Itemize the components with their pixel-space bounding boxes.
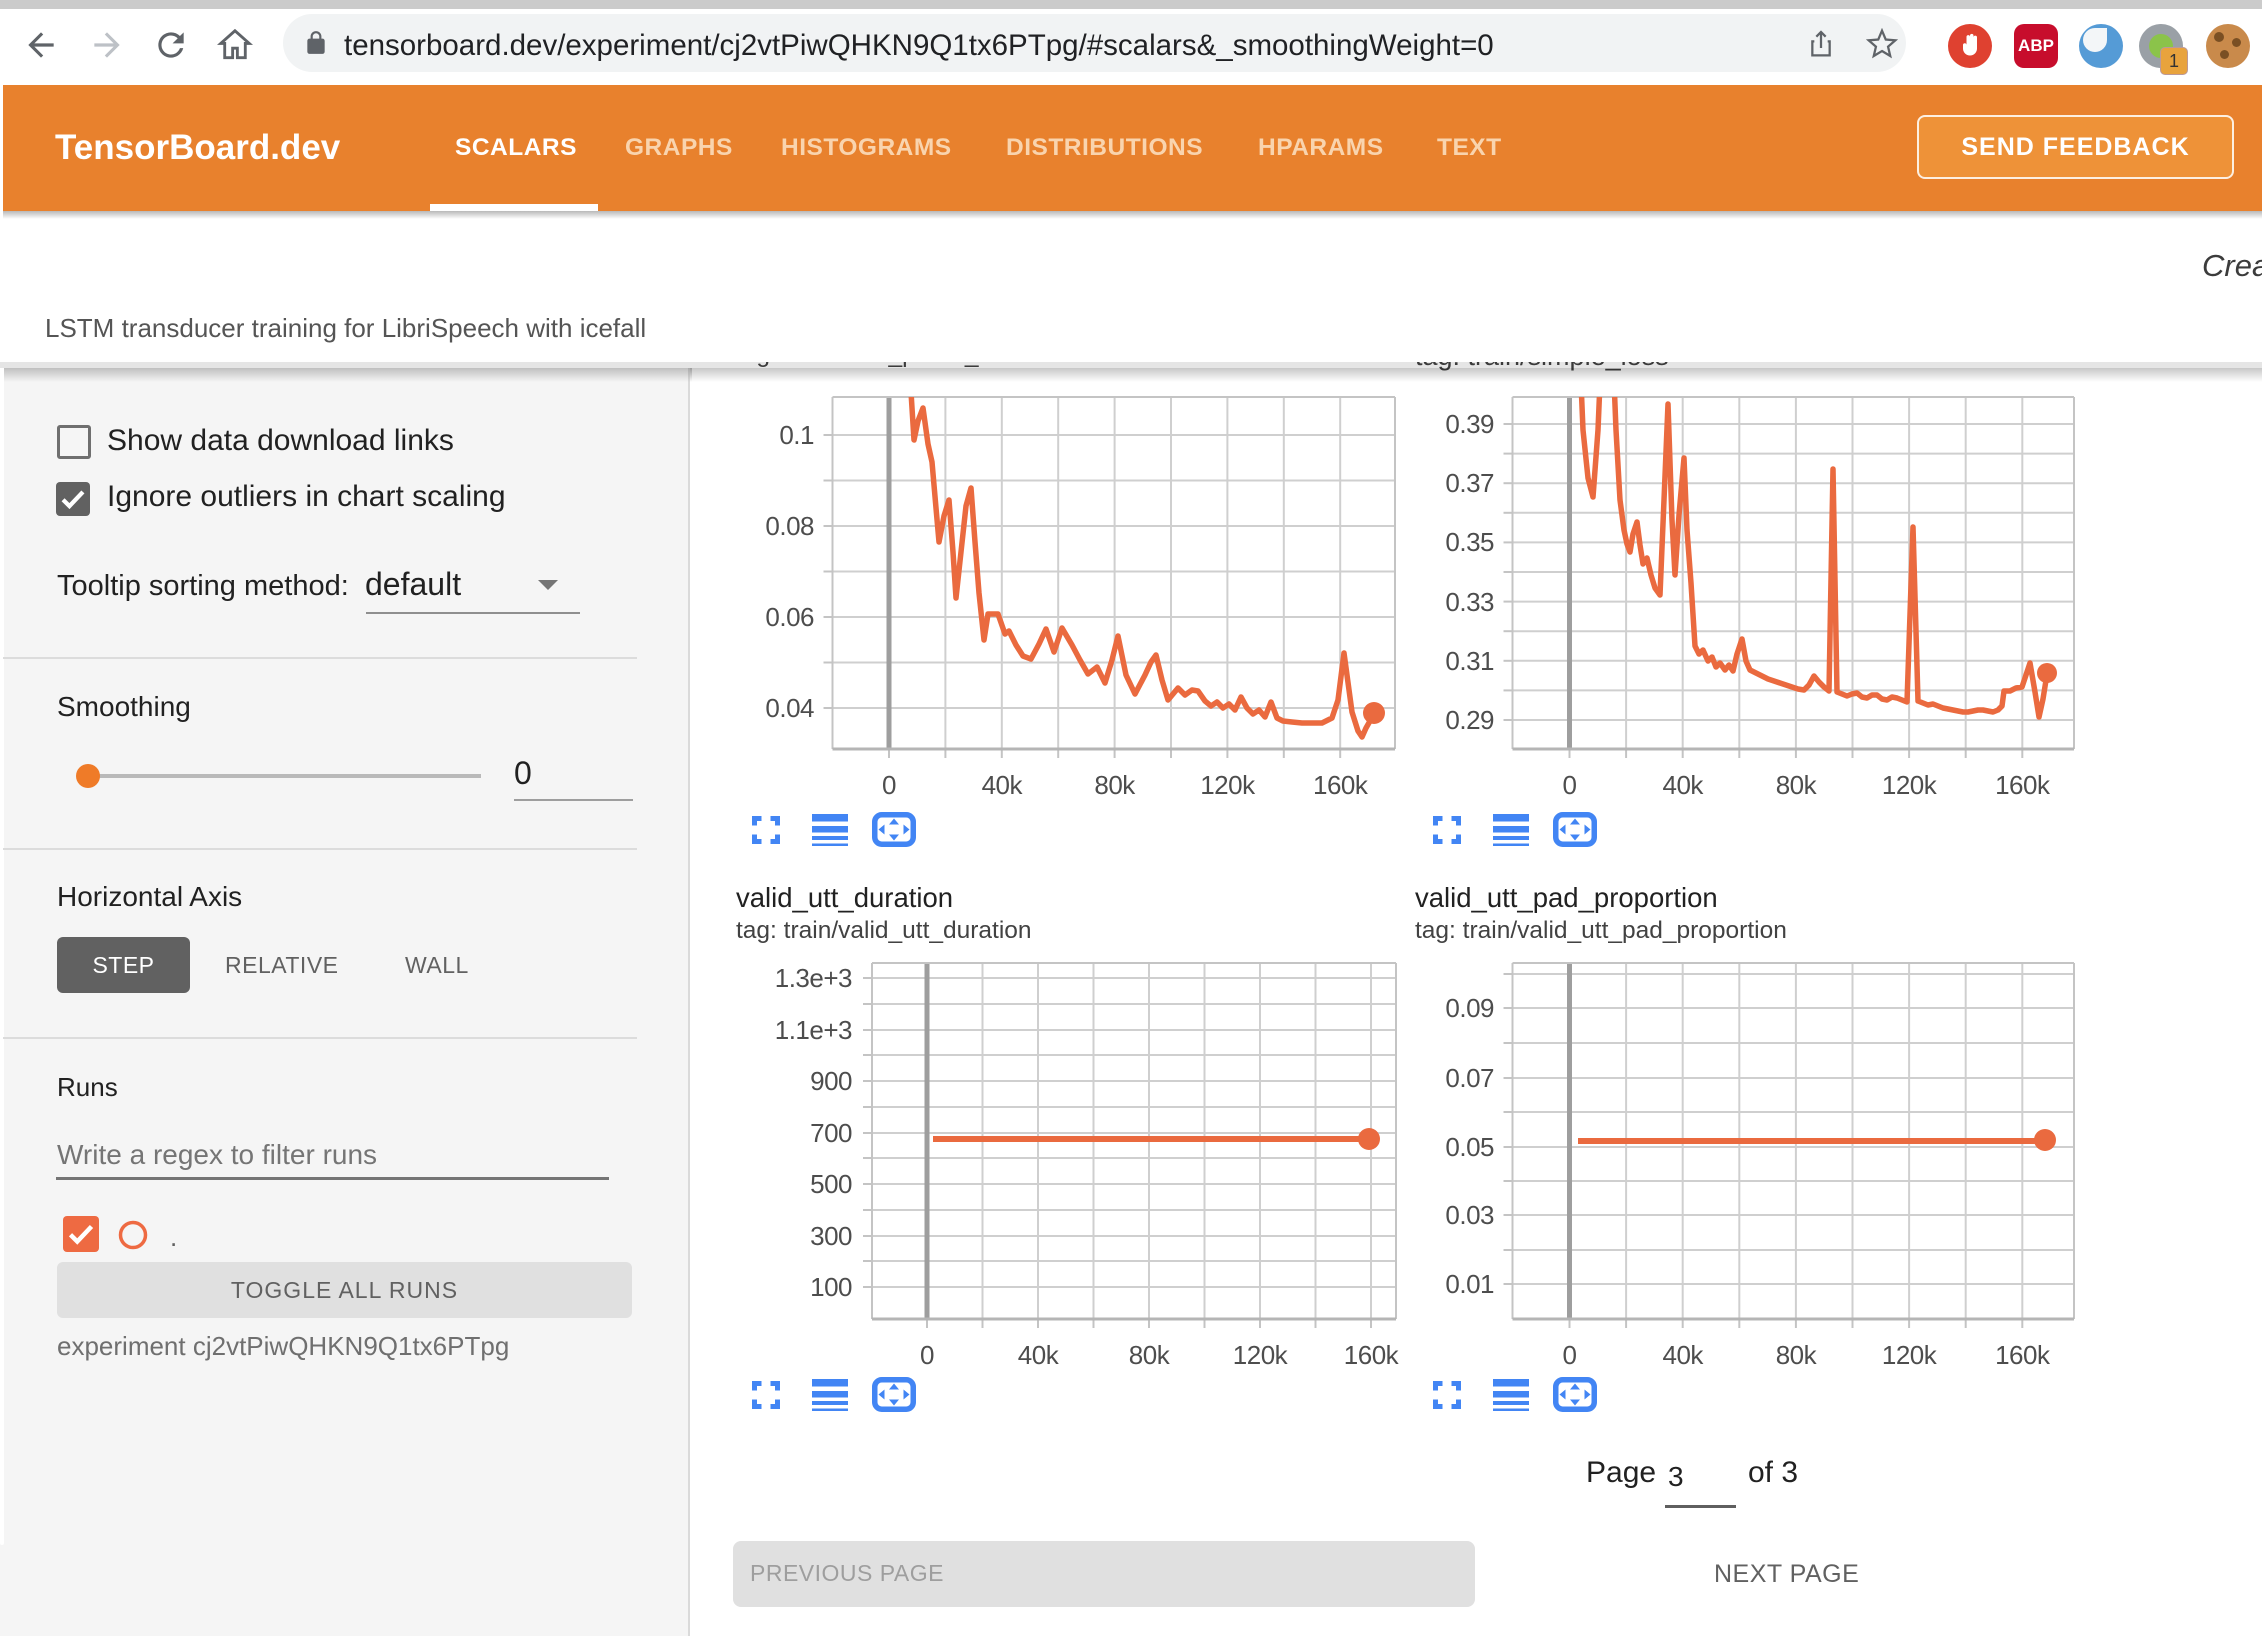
svg-text:1.1e+3: 1.1e+3 [775,1015,852,1045]
svg-text:0.03: 0.03 [1445,1200,1494,1230]
svg-text:80k: 80k [1129,1340,1171,1370]
svg-text:40k: 40k [1662,1340,1704,1370]
svg-text:120k: 120k [1200,770,1256,800]
svg-text:160k: 160k [1995,1340,2051,1370]
svg-text:0.1: 0.1 [779,420,814,450]
svg-text:700: 700 [810,1118,852,1148]
svg-text:120k: 120k [1882,770,1938,800]
svg-text:80k: 80k [1094,770,1136,800]
svg-text:120k: 120k [1233,1340,1289,1370]
svg-text:80k: 80k [1776,770,1818,800]
svg-text:300: 300 [810,1221,852,1251]
svg-text:0.39: 0.39 [1445,409,1494,439]
svg-text:0.35: 0.35 [1445,527,1494,557]
svg-text:0.04: 0.04 [765,693,814,723]
svg-text:0.31: 0.31 [1445,646,1494,676]
svg-text:120k: 120k [1882,1340,1938,1370]
svg-text:0.06: 0.06 [765,602,814,632]
svg-text:160k: 160k [1995,770,2051,800]
svg-text:0.33: 0.33 [1445,587,1494,617]
svg-text:80k: 80k [1776,1340,1818,1370]
svg-text:40k: 40k [982,770,1024,800]
svg-text:160k: 160k [1313,770,1369,800]
svg-text:0.07: 0.07 [1445,1063,1494,1093]
svg-text:0.08: 0.08 [765,511,814,541]
svg-text:40k: 40k [1662,770,1704,800]
svg-text:0.37: 0.37 [1445,468,1494,498]
svg-text:500: 500 [810,1169,852,1199]
svg-text:0: 0 [920,1340,934,1370]
svg-text:0.05: 0.05 [1445,1132,1494,1162]
svg-text:100: 100 [810,1272,852,1302]
svg-text:900: 900 [810,1066,852,1096]
svg-text:160k: 160k [1344,1340,1400,1370]
svg-text:0.09: 0.09 [1445,993,1494,1023]
svg-text:0: 0 [1563,770,1577,800]
svg-text:0.01: 0.01 [1445,1269,1494,1299]
svg-text:1.3e+3: 1.3e+3 [775,963,852,993]
svg-text:0: 0 [882,770,896,800]
svg-text:40k: 40k [1018,1340,1060,1370]
svg-text:0.29: 0.29 [1445,705,1494,735]
svg-text:0: 0 [1563,1340,1577,1370]
